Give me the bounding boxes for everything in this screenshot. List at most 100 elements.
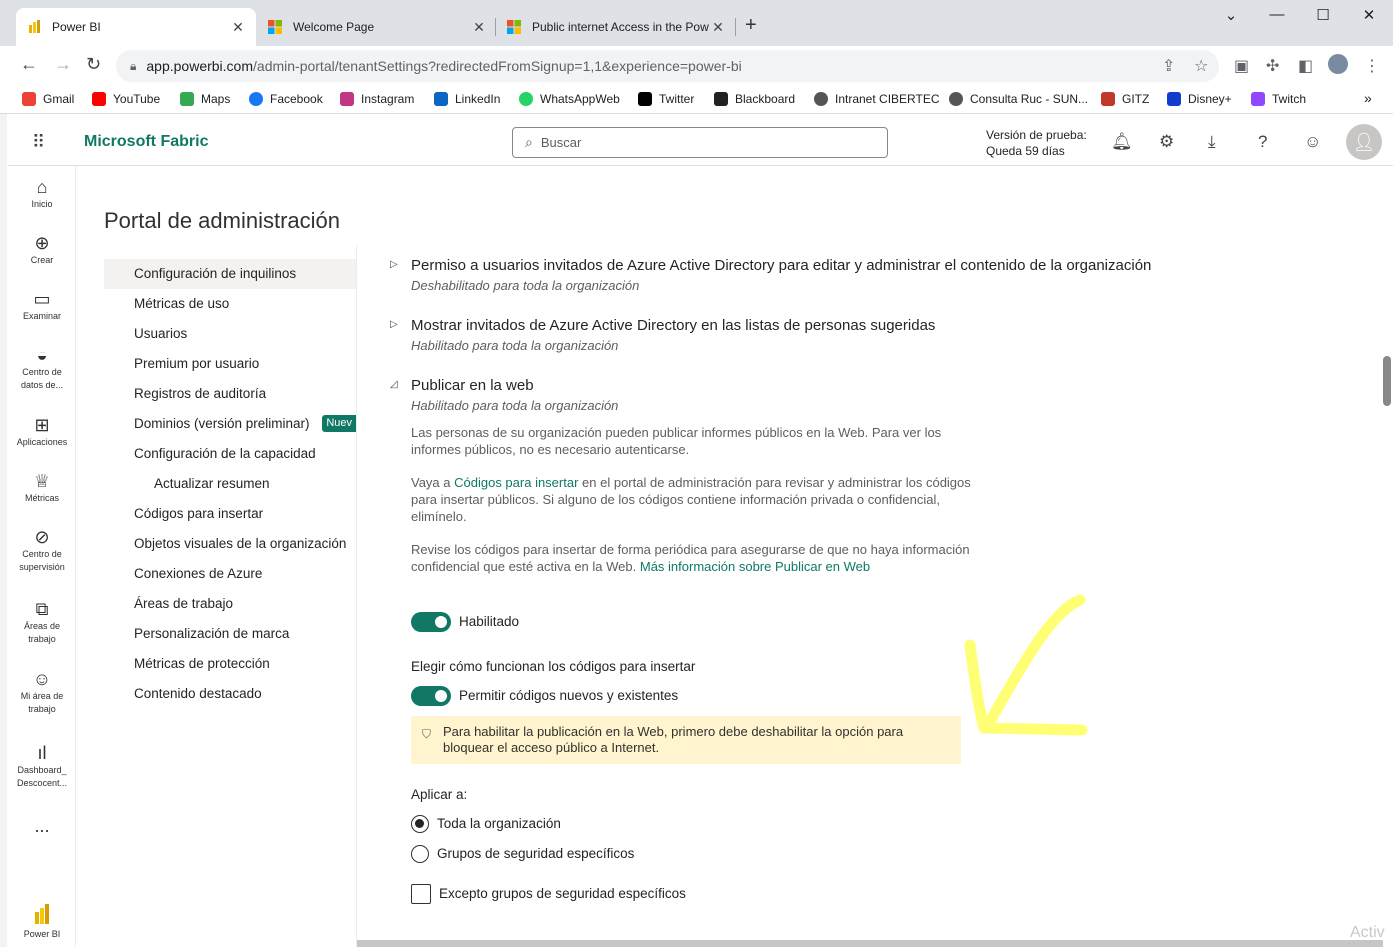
horizontal-scrollbar[interactable] [357, 940, 1383, 947]
bookmark-twitch[interactable]: Twitch [1251, 92, 1306, 106]
settings-gear-icon[interactable]: ⚙ [1159, 132, 1174, 152]
bookmark-star-icon[interactable]: ☆ [1194, 56, 1208, 76]
admin-nav-label: Dominios (versión preliminar) [134, 416, 310, 431]
admin-nav-refresh-summary[interactable]: Actualizar resumen [104, 469, 356, 499]
brand-name[interactable]: Microsoft Fabric [84, 133, 208, 151]
close-window-icon[interactable]: ✕ [1354, 6, 1384, 24]
bookmark-gitz[interactable]: GITZ [1101, 92, 1149, 106]
warning-text: Para habilitar la publicación en la Web,… [443, 724, 904, 755]
admin-nav-embed-codes[interactable]: Códigos para insertar [104, 499, 356, 529]
search-placeholder: Buscar [540, 135, 582, 150]
browser-tab-bar: Power BI ✕ Welcome Page ✕ Public interne… [0, 0, 1393, 46]
new-tab-icon[interactable]: + [745, 14, 757, 37]
setting-status: Deshabilitado para toda la organización [411, 278, 640, 293]
minimize-icon[interactable]: — [1262, 6, 1292, 23]
bookmark-twitter[interactable]: Twitter [638, 92, 694, 106]
admin-nav-premium-per-user[interactable]: Premium por usuario [104, 349, 356, 379]
admin-nav-azure-connections[interactable]: Conexiones de Azure [104, 559, 356, 589]
setting-status: Habilitado para toda la organización [411, 338, 619, 353]
bookmark-youtube[interactable]: YouTube [92, 92, 160, 106]
bookmark-consulta-ruc[interactable]: Consulta Ruc - SUN... [949, 92, 1088, 106]
admin-nav-featured-content[interactable]: Contenido destacado [104, 679, 356, 709]
extensions-icon[interactable]: ✣ [1266, 56, 1279, 76]
bookmark-gmail[interactable]: Gmail [22, 92, 74, 106]
feedback-smiley-icon[interactable]: ☺ [1304, 132, 1321, 152]
rail-item-home[interactable]: ⌂ Inicio [8, 176, 76, 211]
rail-label: Crear [30, 255, 54, 265]
rail-item-my-workspace[interactable]: ☺ Mi área de trabajo [8, 668, 76, 716]
tab-search-chevron-icon[interactable]: ⌄ [1216, 6, 1246, 24]
tab-separator [735, 18, 736, 36]
vertical-scrollbar-thumb[interactable] [1383, 356, 1391, 406]
extension-se-icon[interactable]: ▣ [1234, 56, 1249, 76]
profile-avatar[interactable] [1328, 54, 1348, 74]
close-tab-icon[interactable]: ✕ [230, 19, 246, 36]
allow-embed-codes-toggle[interactable] [411, 686, 451, 706]
bookmark-intranet-cibertec[interactable]: Intranet CIBERTEC [814, 92, 939, 106]
bookmark-disney[interactable]: Disney+ [1167, 92, 1232, 106]
rail-item-data-hub[interactable]: ◒ Centro de datos de... [8, 344, 76, 392]
learn-more-link[interactable]: Más información sobre Publicar en Web [640, 559, 870, 574]
admin-nav-capacity-settings[interactable]: Configuración de la capacidad [104, 439, 356, 469]
expand-caret-icon[interactable]: ▷ [390, 259, 398, 270]
download-icon[interactable]: ⤓ [1208, 132, 1216, 152]
share-icon[interactable]: ⇪ [1162, 56, 1175, 76]
bookmarks-more-icon[interactable]: » [1364, 90, 1372, 106]
except-groups-checkbox[interactable] [411, 884, 431, 904]
radio-specific-groups[interactable] [411, 845, 429, 863]
admin-nav-org-visuals[interactable]: Objetos visuales de la organización [104, 529, 356, 559]
address-bar[interactable]: 🔒︎ app.powerbi.com/admin-portal/tenantSe… [116, 50, 1219, 82]
admin-nav-protection-metrics[interactable]: Métricas de protección [104, 649, 356, 679]
setting-title-guest-suggested[interactable]: Mostrar invitados de Azure Active Direct… [411, 317, 935, 334]
rail-item-apps[interactable]: ⊞ Aplicaciones [8, 414, 76, 449]
help-icon[interactable]: ? [1258, 132, 1267, 152]
rail-item-power-bi[interactable]: Power BI [8, 902, 76, 941]
user-avatar[interactable]: 👤︎ [1346, 124, 1382, 160]
bookmark-whatsappweb[interactable]: WhatsAppWeb [519, 92, 620, 106]
trial-status: Versión de prueba: Queda 59 días [986, 127, 1087, 159]
bookmark-label: WhatsAppWeb [540, 92, 620, 106]
expand-caret-icon[interactable]: ▷ [390, 319, 398, 330]
browser-menu-icon[interactable]: ⋮ [1364, 56, 1380, 76]
collapse-caret-icon[interactable]: ◿ [390, 379, 398, 390]
admin-nav-usage-metrics[interactable]: Métricas de uso [104, 289, 356, 319]
rail-item-browse[interactable]: ▭ Examinar [8, 288, 76, 323]
admin-nav-audit-logs[interactable]: Registros de auditoría [104, 379, 356, 409]
bookmark-linkedin[interactable]: LinkedIn [434, 92, 500, 106]
admin-nav-tenant-settings[interactable]: Configuración de inquilinos [104, 259, 356, 289]
bookmark-facebook[interactable]: Facebook [249, 92, 323, 106]
maximize-icon[interactable]: ☐ [1308, 6, 1338, 24]
radio-entire-org[interactable] [411, 815, 429, 833]
rail-item-monitoring[interactable]: ⊘ Centro de supervisión [8, 526, 76, 574]
app-launcher-icon[interactable]: ⠿ [32, 132, 46, 153]
bookmark-maps[interactable]: Maps [180, 92, 230, 106]
embed-codes-link[interactable]: Códigos para insertar [454, 475, 578, 490]
notifications-bell-icon[interactable]: 🔔︎ [1111, 132, 1133, 152]
microsoft-icon [268, 20, 282, 34]
admin-nav-workspaces[interactable]: Áreas de trabajo [104, 589, 356, 619]
close-tab-icon[interactable]: ✕ [710, 19, 726, 36]
rail-item-create[interactable]: ⊕ Crear [8, 232, 76, 267]
close-tab-icon[interactable]: ✕ [471, 19, 487, 36]
setting-title-guest-edit[interactable]: Permiso a usuarios invitados de Azure Ac… [411, 257, 1151, 274]
tab-power-bi[interactable]: Power BI ✕ [16, 8, 256, 46]
forward-icon[interactable]: → [54, 54, 72, 75]
tab-public-internet-access[interactable]: Public internet Access in the Pow ✕ [496, 8, 736, 46]
admin-nav-branding[interactable]: Personalización de marca [104, 619, 356, 649]
side-panel-icon[interactable]: ◧ [1298, 56, 1313, 76]
publish-to-web-toggle[interactable] [411, 612, 451, 632]
bookmark-blackboard[interactable]: Blackboard [714, 92, 795, 106]
reload-icon[interactable]: ↻ [86, 54, 101, 75]
setting-title-publish-to-web[interactable]: Publicar en la web [411, 377, 534, 394]
tab-welcome-page[interactable]: Welcome Page ✕ [257, 8, 497, 46]
rail-item-metrics[interactable]: ♕ Métricas [8, 470, 76, 505]
back-icon[interactable]: ← [20, 54, 38, 75]
bookmark-instagram[interactable]: Instagram [340, 92, 414, 106]
admin-nav-users[interactable]: Usuarios [104, 319, 356, 349]
rail-item-dashboard[interactable]: ıl Dashboard_ Descocent... [8, 742, 76, 790]
search-input[interactable]: ⌕ Buscar [512, 127, 888, 158]
rail-item-workspaces[interactable]: ⧉ Áreas de trabajo [8, 598, 76, 646]
admin-nav-domains[interactable]: Dominios (versión preliminar) Nuev [104, 409, 356, 439]
rail-more-icon[interactable]: ... [8, 817, 76, 835]
gitz-icon [1101, 92, 1115, 106]
